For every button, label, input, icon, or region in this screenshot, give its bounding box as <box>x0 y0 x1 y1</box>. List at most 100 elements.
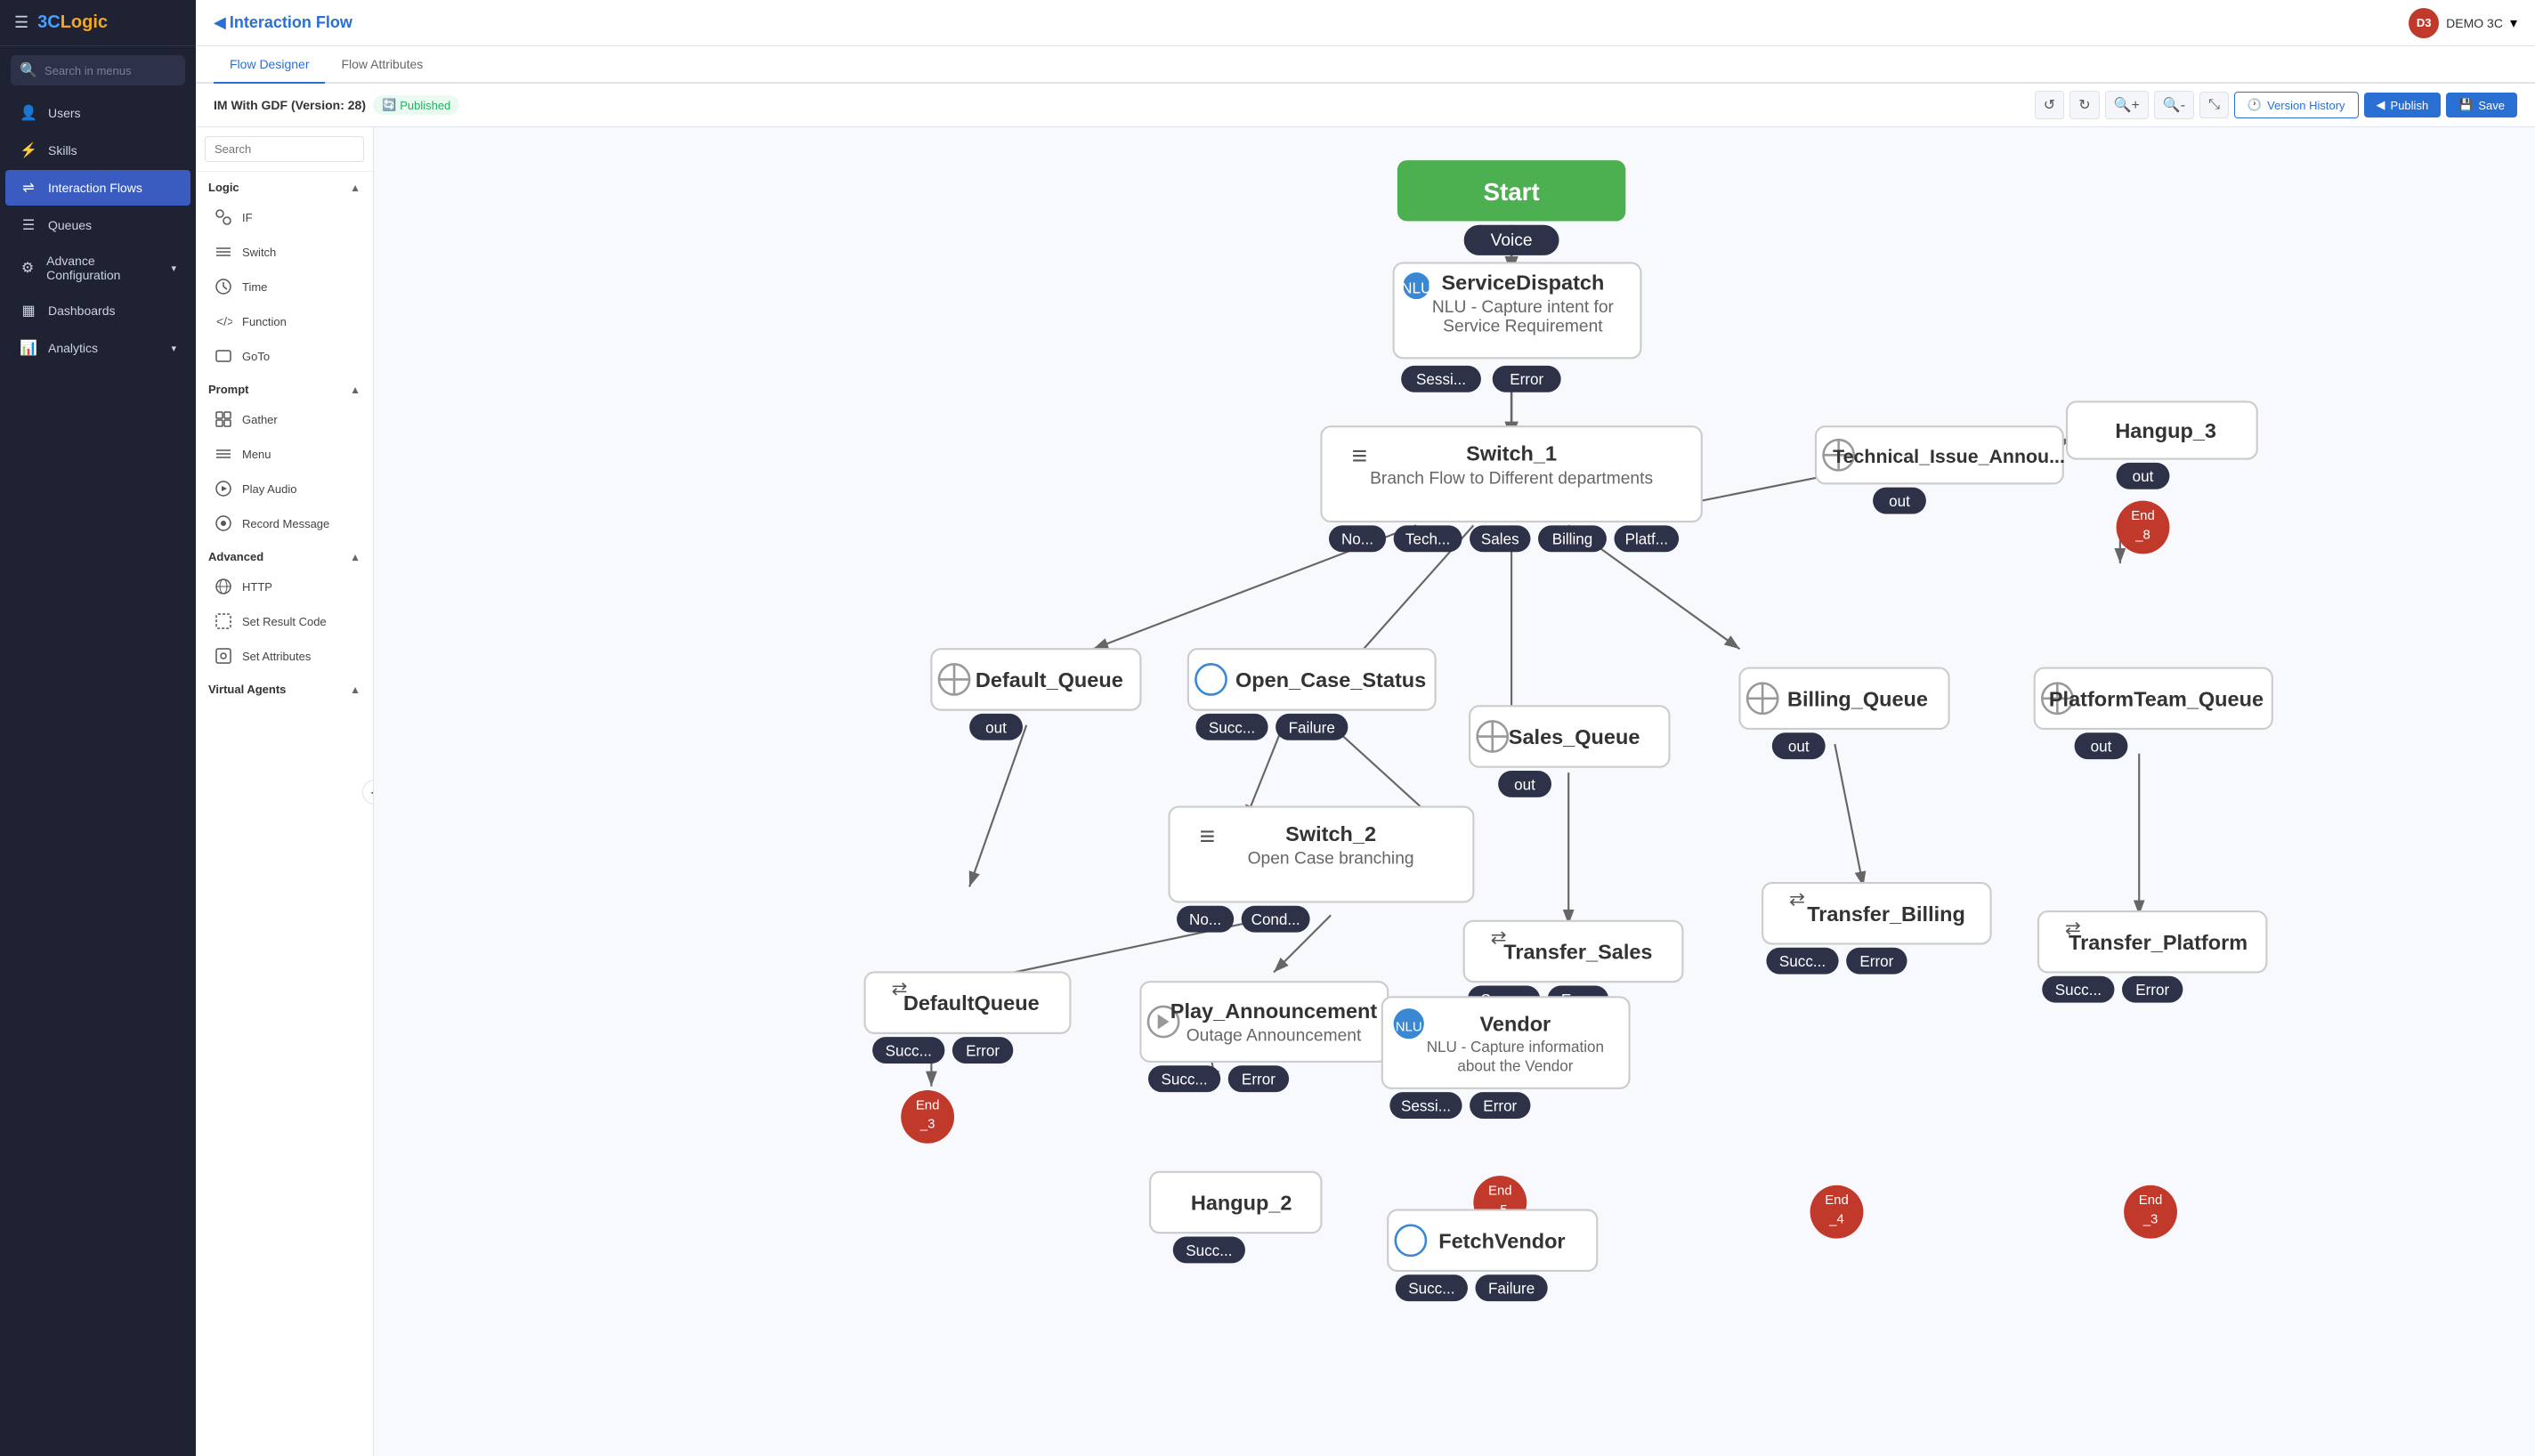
users-icon: 👤 <box>20 104 37 122</box>
svg-text:Error: Error <box>2135 982 2169 999</box>
redo-button[interactable]: ↻ <box>2069 91 2099 119</box>
zoom-in-button[interactable]: 🔍+ <box>2105 91 2149 119</box>
svg-text:Cond...: Cond... <box>1251 911 1300 928</box>
section-prompt-header[interactable]: Prompt ▲ <box>196 374 373 401</box>
sidebar-search[interactable]: 🔍 <box>11 55 185 85</box>
panel-item-if[interactable]: IF <box>201 200 368 234</box>
svg-text:out: out <box>2133 468 2154 485</box>
publish-button[interactable]: ◀ Publish <box>2364 93 2442 117</box>
queues-icon: ☰ <box>20 216 37 234</box>
service-dispatch-node[interactable]: NLU ServiceDispatch NLU - Capture intent… <box>1394 263 1641 358</box>
fit-button[interactable]: ⤡ <box>2199 92 2229 118</box>
svg-text:out: out <box>2091 739 2112 756</box>
billing-queue-node[interactable]: Billing_Queue <box>1740 668 1949 729</box>
undo-button[interactable]: ↺ <box>2035 91 2064 119</box>
user-badge: D3 DEMO 3C ▾ <box>2409 8 2517 38</box>
end8-node[interactable]: End _8 <box>2117 501 2170 554</box>
transfer-sales-node[interactable]: ⇄ Transfer_Sales <box>1464 921 1683 982</box>
svg-text:Sales_Queue: Sales_Queue <box>1509 725 1640 748</box>
panel-item-http[interactable]: HTTP <box>201 570 368 603</box>
panel-item-time[interactable]: Time <box>201 270 368 303</box>
platform-queue-node[interactable]: PlatformTeam_Queue <box>2035 668 2272 729</box>
vendor-node[interactable]: NLU Vendor NLU - Capture information abo… <box>1382 997 1630 1088</box>
switch2-node[interactable]: ≡ Switch_2 Open Case branching <box>1169 807 1473 902</box>
default-queue2-node[interactable]: ⇄ DefaultQueue <box>865 972 1071 1032</box>
svg-text:out: out <box>985 719 1007 736</box>
end4-node[interactable]: End _4 <box>1810 1185 1864 1239</box>
item-label: Switch <box>242 246 276 259</box>
sidebar-item-advance-config[interactable]: ⚙ Advance Configuration ▾ <box>5 245 190 291</box>
item-label: Menu <box>242 448 271 461</box>
set-result-code-icon <box>214 611 233 631</box>
svg-text:Technical_Issue_Annou...: Technical_Issue_Annou... <box>1833 446 2065 467</box>
back-button[interactable]: ◀ <box>214 13 226 32</box>
panel-toggle-button[interactable]: ◀ <box>362 780 374 805</box>
svg-text:End: End <box>2131 508 2155 523</box>
svg-text:NLU: NLU <box>1401 280 1431 297</box>
default-queue-node[interactable]: Default_Queue <box>931 649 1140 709</box>
section-virtual-agents-header[interactable]: Virtual Agents ▲ <box>196 674 373 701</box>
panel-item-play-audio[interactable]: Play Audio <box>201 472 368 506</box>
section-advanced-header[interactable]: Advanced ▲ <box>196 541 373 569</box>
item-label: Gather <box>242 413 278 426</box>
end3b-node[interactable]: End _3 <box>2124 1185 2177 1239</box>
sidebar-item-users[interactable]: 👤 Users <box>5 95 190 131</box>
sidebar-item-skills[interactable]: ⚡ Skills <box>5 133 190 168</box>
open-case-status-node[interactable]: Open_Case_Status <box>1188 649 1436 709</box>
item-label: IF <box>242 211 253 224</box>
sales-queue-node[interactable]: Sales_Queue <box>1470 706 1669 766</box>
svg-text:_8: _8 <box>2134 527 2150 542</box>
flow-container: Flow Designer Flow Attributes IM With GD… <box>196 46 2535 1456</box>
section-logic-header[interactable]: Logic ▲ <box>196 172 373 199</box>
panel-item-gather[interactable]: Gather <box>201 402 368 436</box>
play-announcement-node[interactable]: Play_Announcement Outage Announcement <box>1140 982 1388 1062</box>
section-title: Prompt <box>208 383 249 396</box>
panel-item-menu[interactable]: Menu <box>201 437 368 471</box>
sidebar: ☰ 3CLogic 🔍 👤 Users ⚡ Skills ⇌ Interacti… <box>0 0 196 1456</box>
technical-issue-node[interactable]: Technical_Issue_Annou... <box>1816 426 2065 483</box>
sidebar-item-interaction-flows[interactable]: ⇌ Interaction Flows <box>5 170 190 206</box>
svg-text:Succ...: Succ... <box>1161 1072 1207 1088</box>
panel-item-record-message[interactable]: Record Message <box>201 506 368 540</box>
panel-item-set-attributes[interactable]: Set Attributes <box>201 639 368 673</box>
panel-item-set-result-code[interactable]: Set Result Code <box>201 604 368 638</box>
panel-search[interactable] <box>196 127 373 172</box>
flow-canvas[interactable]: Start Voice NLU ServiceDispatch NLU - Ca… <box>374 127 2535 1456</box>
sidebar-item-label: Dashboards <box>48 303 116 318</box>
fetch-vendor-node[interactable]: FetchVendor <box>1388 1210 1597 1271</box>
transfer-billing-node[interactable]: ⇄ Transfer_Billing <box>1762 883 1990 943</box>
sidebar-item-queues[interactable]: ☰ Queues <box>5 207 190 243</box>
version-history-button[interactable]: 🕐 Version History <box>2234 92 2359 118</box>
svg-text:Failure: Failure <box>1289 719 1335 736</box>
svg-text:out: out <box>1889 493 1910 510</box>
switch1-node[interactable]: ≡ Switch_1 Branch Flow to Different depa… <box>1321 426 1701 522</box>
tab-flow-designer[interactable]: Flow Designer <box>214 46 325 84</box>
svg-text:Succ...: Succ... <box>886 1043 932 1060</box>
tab-flow-attributes[interactable]: Flow Attributes <box>325 46 439 84</box>
panel-item-goto[interactable]: GoTo <box>201 339 368 373</box>
hangup2-node[interactable]: Hangup_2 <box>1150 1172 1321 1233</box>
panel-search-input[interactable] <box>205 136 364 162</box>
section-advanced: Advanced ▲ HTTP Set Result Code <box>196 541 373 673</box>
save-button[interactable]: 💾 Save <box>2446 93 2517 117</box>
zoom-out-button[interactable]: 🔍- <box>2154 91 2194 119</box>
svg-text:Start: Start <box>1483 178 1539 206</box>
hangup3-node[interactable]: Hangup_3 <box>2067 401 2257 458</box>
section-logic: Logic ▲ IF Switch <box>196 172 373 373</box>
svg-text:Succ...: Succ... <box>2055 982 2102 999</box>
sidebar-item-label: Skills <box>48 143 77 158</box>
hamburger-icon[interactable]: ☰ <box>14 13 28 32</box>
svg-text:End: End <box>916 1097 940 1112</box>
sidebar-item-analytics[interactable]: 📊 Analytics ▾ <box>5 330 190 366</box>
panel-item-switch[interactable]: Switch <box>201 235 368 269</box>
sidebar-item-dashboards[interactable]: ▦ Dashboards <box>5 293 190 328</box>
search-input[interactable] <box>45 64 176 77</box>
end3-node[interactable]: End _3 <box>901 1090 954 1144</box>
panel-item-function[interactable]: </> Function <box>201 304 368 338</box>
svg-text:PlatformTeam_Queue: PlatformTeam_Queue <box>2049 687 2264 710</box>
svg-text:Open_Case_Status: Open_Case_Status <box>1235 668 1426 692</box>
svg-text:Billing_Queue: Billing_Queue <box>1787 687 1928 710</box>
start-node[interactable]: Start <box>1397 160 1625 221</box>
transfer-platform-node[interactable]: ⇄ Transfer_Platform <box>2038 911 2266 972</box>
svg-text:≡: ≡ <box>1200 821 1215 851</box>
